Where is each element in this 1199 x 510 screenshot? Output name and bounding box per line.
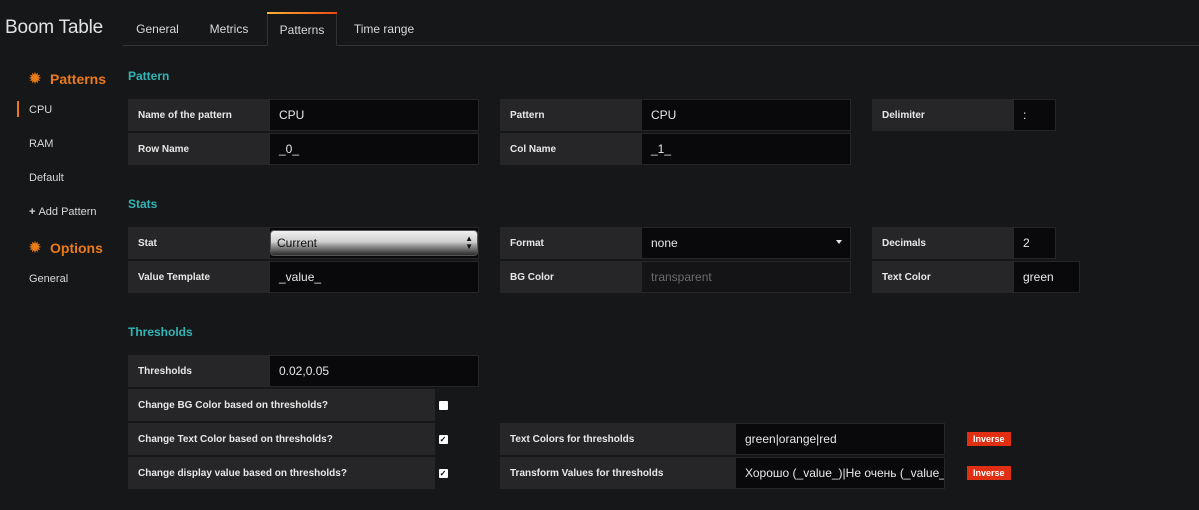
sidebar-heading-label: Patterns [50,70,107,87]
bg-color-input[interactable]: transparent [641,261,851,293]
delimiter-input[interactable]: : [1013,99,1056,131]
change-bg-color-checkbox[interactable] [433,389,453,421]
add-pattern-label: Add Pattern [38,206,97,218]
check-icon: ✓ [438,434,448,444]
updown-arrows-icon: ▲ ▼ [465,234,473,251]
col-name-input[interactable]: _1_ [641,133,851,165]
delimiter-label: Delimiter [872,99,1013,131]
format-label: Format [500,227,641,259]
value-template-input[interactable]: _value_ [269,261,479,293]
col-name-label: Col Name [500,133,641,165]
row-name-input[interactable]: _0_ [269,133,479,165]
checkbox-box [438,400,448,410]
name-of-pattern-label: Name of the pattern [128,99,269,131]
change-display-value-checkbox[interactable]: ✓ [433,457,453,489]
app-title: Boom Table [5,17,103,38]
change-display-value-label: Change display value based on thresholds… [128,457,435,489]
pattern-label: Pattern [500,99,641,131]
gear-icon: ✹ [29,70,41,86]
decimals-input[interactable]: 2 [1013,227,1056,259]
text-colors-for-thresholds-label: Text Colors for thresholds [500,423,735,455]
plus-icon: + [29,206,36,218]
sidebar-item-general[interactable]: General [29,273,68,285]
tab-label: Patterns [279,22,325,37]
text-color-label: Text Color [872,261,1013,293]
change-text-color-label: Change Text Color based on thresholds? [128,423,435,455]
tab-label: Time range [353,22,415,36]
tab-label: Metrics [209,22,249,36]
stat-select[interactable]: Current ▲ ▼ [270,230,478,256]
sidebar-patterns-heading: ✹ Patterns [28,70,106,87]
sidebar-options-heading: ✹ Options [28,239,103,256]
stat-select-value: Current [277,236,318,250]
stat-label: Stat [128,227,269,259]
bg-color-label: BG Color [500,261,641,293]
sidebar-item-default[interactable]: Default [29,172,64,184]
sidebar-item-ram[interactable]: RAM [29,138,53,150]
chevron-down-icon [836,240,842,244]
format-select-value: none [651,236,678,250]
section-title-thresholds: Thresholds [128,325,193,339]
sidebar-heading-label: Options [50,239,103,256]
tab-metrics[interactable]: Metrics [196,12,262,46]
thresholds-input[interactable]: 0.02,0.05 [269,355,479,387]
tab-time-range[interactable]: Time range [342,12,426,46]
section-title-stats: Stats [128,197,158,211]
transform-values-label: Transform Values for thresholds [500,457,735,489]
sidebar-item-cpu[interactable]: CPU [16,101,52,117]
transform-values-input[interactable]: Хорошо (_value_)|Не очень (_value_)|Плох… [735,457,945,489]
pattern-input[interactable]: CPU [641,99,851,131]
thresholds-label: Thresholds [128,355,269,387]
inverse-transform-values-button[interactable]: Inverse [967,466,1011,480]
inverse-text-colors-button[interactable]: Inverse [967,432,1011,446]
name-of-pattern-input[interactable]: CPU [269,99,479,131]
change-bg-color-label: Change BG Color based on thresholds? [128,389,435,421]
tab-general[interactable]: General [124,12,191,46]
tab-label: General [136,22,179,36]
change-text-color-checkbox[interactable]: ✓ [433,423,453,455]
text-colors-for-thresholds-input[interactable]: green|orange|red [735,423,945,455]
gear-icon: ✹ [29,239,41,255]
text-color-input[interactable]: green [1013,261,1080,293]
decimals-label: Decimals [872,227,1013,259]
row-name-label: Row Name [128,133,269,165]
check-icon: ✓ [438,468,448,478]
tab-patterns[interactable]: Patterns [267,12,337,46]
format-select[interactable]: none [641,227,851,259]
add-pattern-button[interactable]: + Add Pattern [29,206,97,218]
section-title-pattern: Pattern [128,69,170,83]
stat-select-wrapper: Current ▲ ▼ [269,227,479,259]
value-template-label: Value Template [128,261,269,293]
